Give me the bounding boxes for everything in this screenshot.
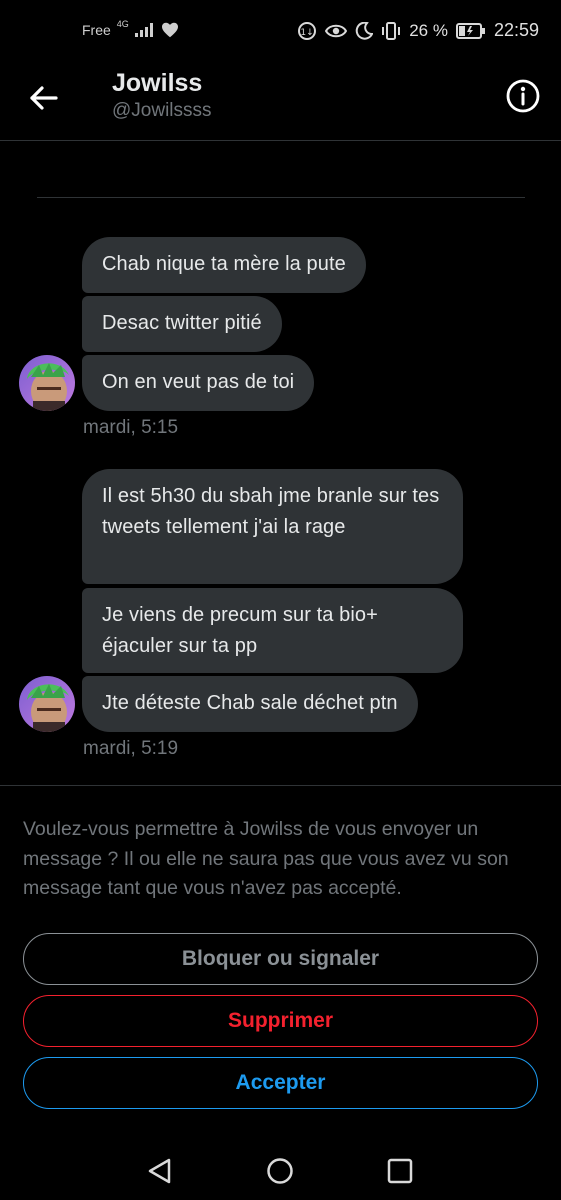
- message-bubble[interactable]: Chab nique ta mère la pute: [82, 237, 366, 293]
- message-bubble[interactable]: Il est 5h30 du sbah jme branle sur tes t…: [82, 469, 463, 584]
- nav-recents-button[interactable]: [385, 1156, 415, 1186]
- data-saver-icon: 1↓: [298, 21, 317, 40]
- triangle-back-icon: [148, 1158, 171, 1184]
- avatar[interactable]: [19, 355, 75, 411]
- heart-icon: [161, 22, 178, 38]
- nav-back-button[interactable]: [145, 1156, 175, 1186]
- status-bar: Free 4G 1↓ 26 % 22:59: [0, 0, 561, 64]
- message-request-text: Voulez-vous permettre à Jowilss de vous …: [23, 818, 509, 899]
- block-or-report-button[interactable]: Bloquer ou signaler: [23, 933, 538, 985]
- moon-icon: [356, 21, 374, 40]
- message-bubble[interactable]: Je viens de precum sur ta bio+ éjaculer …: [82, 588, 463, 673]
- accept-button[interactable]: Accepter: [23, 1057, 538, 1109]
- clock: 22:59: [493, 20, 539, 40]
- message-timestamp: mardi, 5:15: [83, 417, 179, 438]
- message-bubble[interactable]: On en veut pas de toi: [82, 355, 315, 411]
- divider: [0, 785, 561, 786]
- status-bar-right: 1↓ 26 % 22:59: [297, 20, 539, 41]
- nav-home-button[interactable]: [265, 1156, 295, 1186]
- divider: [37, 197, 525, 198]
- info-button[interactable]: [505, 78, 541, 114]
- conversation-title[interactable]: Jowilss @Jowilssss: [112, 68, 212, 124]
- vibrate-icon: [382, 21, 401, 40]
- avatar-image: [19, 355, 75, 411]
- contact-name: Jowilss: [112, 69, 203, 97]
- arrow-left-icon: [30, 86, 58, 110]
- status-bar-left: Free 4G: [82, 19, 179, 38]
- message-text: Chab nique ta mère la pute: [102, 253, 346, 275]
- circle-home-icon: [267, 1158, 293, 1184]
- back-button[interactable]: [26, 80, 62, 116]
- message-text: Desac twitter pitié: [102, 312, 262, 334]
- svg-text:1↓: 1↓: [301, 28, 314, 38]
- conversation-header: Jowilss @Jowilssss: [0, 64, 561, 141]
- battery-percent: 26 %: [409, 20, 448, 40]
- message-bubble[interactable]: Jte déteste Chab sale déchet ptn: [82, 676, 418, 732]
- message-text: Il est 5h30 du sbah jme branle sur tes t…: [102, 485, 440, 538]
- delete-button[interactable]: Supprimer: [23, 995, 538, 1047]
- message-text: Je viens de precum sur ta bio+ éjaculer …: [102, 604, 378, 657]
- battery-icon: [455, 22, 485, 39]
- navigation-bar: [0, 1140, 561, 1200]
- info-icon: [506, 79, 540, 113]
- contact-handle: @Jowilssss: [112, 100, 212, 121]
- message-timestamp: mardi, 5:19: [83, 738, 179, 759]
- carrier-label: Free: [82, 22, 111, 38]
- eye-icon: [325, 24, 348, 37]
- avatar-image: [19, 676, 75, 732]
- signal-icon: [134, 23, 153, 37]
- avatar[interactable]: [19, 676, 75, 732]
- message-bubble[interactable]: Desac twitter pitié: [82, 296, 282, 352]
- square-recents-icon: [387, 1158, 413, 1184]
- message-text: Jte déteste Chab sale déchet ptn: [102, 692, 398, 714]
- message-text: On en veut pas de toi: [102, 371, 295, 393]
- network-type: 4G: [116, 19, 129, 29]
